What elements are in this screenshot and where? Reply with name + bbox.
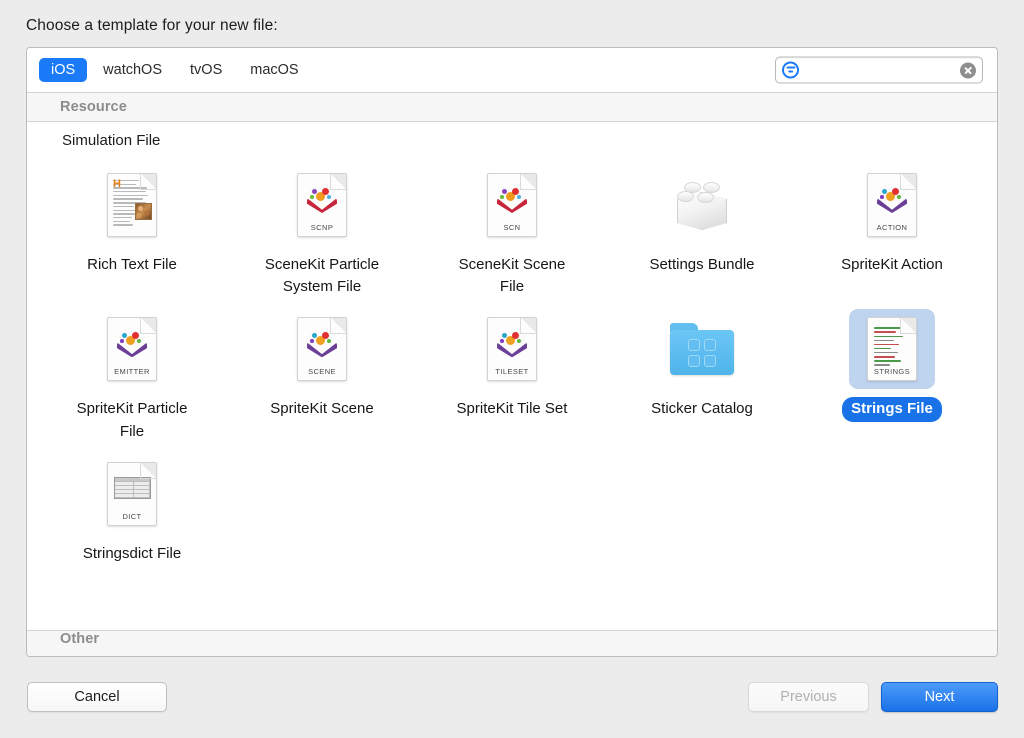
tab-watchos[interactable]: watchOS: [91, 58, 174, 82]
section-header-other: Other: [27, 630, 997, 656]
dialog-footer: Cancel Previous Next: [0, 657, 1024, 738]
cancel-button[interactable]: Cancel: [27, 682, 167, 712]
icon-container: SCN: [469, 165, 555, 245]
template-label: Strings File: [842, 397, 942, 422]
template-label: SpriteKit Tile Set: [456, 400, 568, 418]
icon-container: STRINGS: [849, 309, 935, 390]
template-label: Stringsdict File: [82, 544, 182, 562]
template-item-rich-text-file[interactable]: H Rich Text File: [37, 161, 227, 299]
template-item-scenekit-particle-system-file[interactable]: SCNP SceneKit Particle System File: [227, 161, 417, 299]
scenekit-scene-icon: SCN: [487, 173, 537, 237]
tab-ios[interactable]: iOS: [39, 58, 88, 82]
template-label: Sticker Catalog: [651, 400, 753, 418]
platform-tabs: iOS watchOS tvOS macOS: [39, 58, 311, 82]
spritekit-particle-icon: EMITTER: [107, 317, 157, 382]
icon-container: EMITTER: [89, 309, 175, 389]
icon-tag: SCN: [503, 223, 521, 232]
stringsdict-file-icon: DICT: [107, 461, 157, 526]
search-field[interactable]: [775, 56, 983, 84]
spritekit-tileset-icon: TILESET: [487, 317, 537, 382]
next-button[interactable]: Next: [881, 682, 998, 712]
template-label: Settings Bundle: [649, 256, 755, 273]
scenekit-particle-icon: SCNP: [297, 173, 347, 237]
template-item-spritekit-scene[interactable]: SCENE SpriteKit Scene: [227, 305, 417, 443]
page-title: Choose a template for your new file:: [26, 17, 278, 34]
icon-container: [659, 309, 745, 389]
icon-tag: ACTION: [876, 223, 908, 232]
icon-container: SCENE: [279, 309, 365, 389]
tab-macos[interactable]: macOS: [238, 58, 310, 82]
icon-container: H: [89, 165, 175, 245]
template-item-spritekit-action[interactable]: ACTION SpriteKit Action: [797, 161, 987, 299]
template-scroll-area[interactable]: Resource Simulation File H Rich Text Fil…: [27, 93, 997, 656]
icon-tag: EMITTER: [114, 367, 150, 377]
platform-toolbar: iOS watchOS tvOS macOS: [27, 48, 997, 93]
section-header-resource: Resource: [27, 93, 997, 122]
template-label: SceneKit Scene File: [458, 256, 566, 296]
icon-container: SCNP: [279, 165, 365, 245]
template-chooser-panel: iOS watchOS tvOS macOS Resource Simulati…: [26, 47, 998, 657]
icon-container: [659, 165, 745, 245]
template-label: SpriteKit Scene: [270, 400, 374, 418]
icon-container: DICT: [89, 454, 175, 534]
sticker-catalog-icon: [670, 323, 734, 376]
template-item-stringsdict-file[interactable]: DICT Stringsdict File: [37, 450, 227, 566]
rich-text-file-icon: H: [107, 173, 157, 237]
filter-icon[interactable]: [782, 61, 799, 79]
template-label: Rich Text File: [87, 256, 177, 273]
icon-tag: SCNP: [310, 223, 334, 232]
icon-tag: SCENE: [308, 367, 336, 377]
spritekit-scene-icon: SCENE: [297, 317, 347, 382]
embedded-photo-icon: [135, 203, 152, 220]
template-grid: H Rich Text File SCNP SceneKit Particle …: [27, 149, 997, 566]
template-item-strings-file[interactable]: STRINGS Strings File: [797, 305, 987, 443]
template-label: SceneKit Particle System File: [264, 256, 380, 296]
icon-tag: TILESET: [495, 367, 529, 377]
template-label: SpriteKit Action: [841, 256, 943, 273]
icon-container: ACTION: [849, 165, 935, 245]
search-input[interactable]: [799, 62, 960, 78]
template-item-settings-bundle[interactable]: Settings Bundle: [607, 161, 797, 299]
template-item-spritekit-tile-set[interactable]: TILESET SpriteKit Tile Set: [417, 305, 607, 443]
spritekit-action-icon: ACTION: [867, 173, 917, 237]
strings-file-icon: STRINGS: [867, 317, 917, 382]
previous-button[interactable]: Previous: [748, 682, 869, 712]
icon-container: TILESET: [469, 309, 555, 389]
settings-bundle-icon: [671, 176, 733, 234]
template-label: SpriteKit Particle File: [76, 400, 188, 440]
template-item-spritekit-particle-file[interactable]: EMITTER SpriteKit Particle File: [37, 305, 227, 443]
icon-tag: DICT: [122, 511, 142, 521]
template-item-sticker-catalog[interactable]: Sticker Catalog: [607, 305, 797, 443]
template-item-scenekit-scene-file[interactable]: SCN SceneKit Scene File: [417, 161, 607, 299]
icon-tag: STRINGS: [873, 367, 911, 377]
clear-icon[interactable]: [960, 62, 976, 78]
tab-tvos[interactable]: tvOS: [178, 58, 234, 82]
subsection-label-simulation-file: Simulation File: [62, 132, 161, 149]
